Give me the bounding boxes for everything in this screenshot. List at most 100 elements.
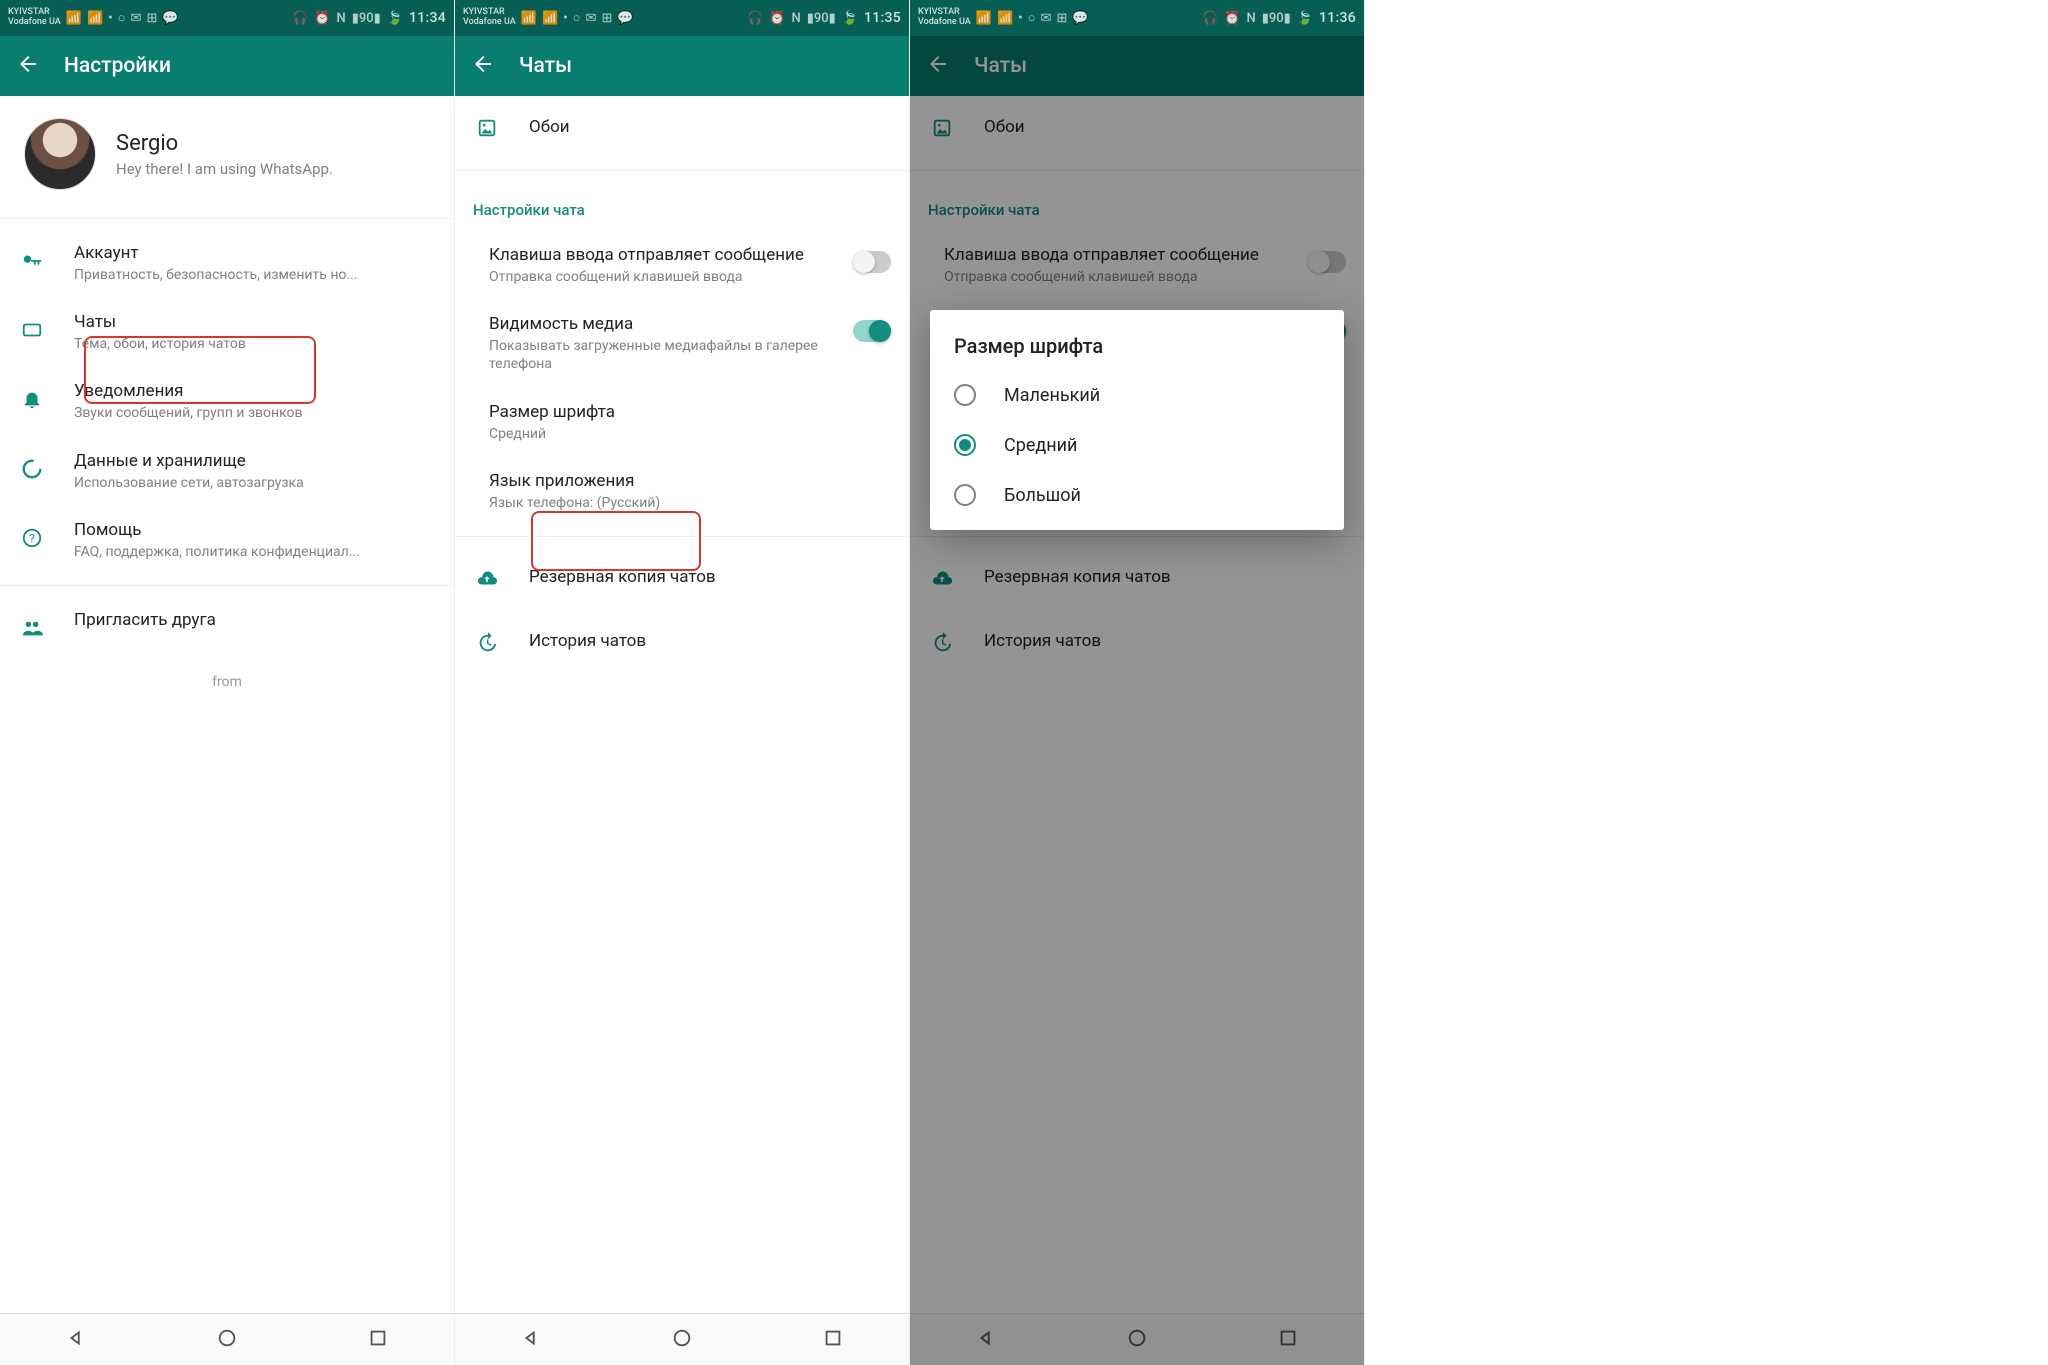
clock: 11:35 [864, 10, 901, 26]
radio-icon [954, 434, 976, 456]
mail-icon: ✉ [1041, 12, 1052, 25]
item-title: Обои [529, 117, 570, 137]
radio-label: Маленький [1004, 385, 1100, 406]
item-notifications[interactable]: Уведомления Звуки сообщений, групп и зво… [0, 367, 454, 436]
nav-bar [0, 1313, 454, 1365]
bubble-icon: 💬 [162, 12, 178, 25]
item-title: Размер шрифта [489, 402, 883, 422]
item-title: Чаты [74, 312, 436, 332]
nav-home-icon[interactable] [216, 1327, 238, 1353]
switch-media-visibility[interactable] [853, 320, 891, 342]
item-title: Помощь [74, 520, 436, 540]
signal-icon: 📶 [976, 12, 992, 25]
signal-icon: 📶 [997, 12, 1013, 25]
divider [0, 585, 454, 586]
item-font-size[interactable]: Размер шрифта Средний [455, 388, 909, 457]
item-title: Данные и хранилище [74, 451, 436, 471]
status-bar: KYIVSTAR Vodafone UA 📶 📶 • ○ ✉ ⊞ 💬 🎧 ⏰ N… [0, 0, 454, 36]
radio-label: Большой [1004, 485, 1081, 506]
item-title: Язык приложения [489, 471, 883, 491]
item-subtitle: Тема, обои, история чатов [74, 335, 436, 353]
history-icon [473, 629, 501, 657]
page-title: Чаты [519, 54, 572, 78]
radio-option-large[interactable]: Большой [930, 470, 1344, 520]
people-icon [18, 614, 46, 642]
item-subtitle: Звуки сообщений, групп и звонков [74, 404, 436, 422]
signal-icon: 📶 [87, 12, 103, 25]
back-icon[interactable] [16, 52, 40, 80]
radio-option-medium[interactable]: Средний [930, 420, 1344, 470]
nav-recent-icon[interactable] [367, 1327, 389, 1353]
dialog-title: Размер шрифта [930, 334, 1344, 370]
nav-back-icon[interactable] [520, 1327, 542, 1353]
alarm-icon: ⏰ [1224, 11, 1240, 26]
nav-back-icon[interactable] [65, 1327, 87, 1353]
item-history[interactable]: История чатов [455, 611, 909, 675]
battery-icon: ▮90▮ [1262, 11, 1291, 26]
carrier-2: Vodafone UA [463, 18, 516, 28]
grid-icon: ⊞ [1056, 12, 1067, 25]
radio-option-small[interactable]: Маленький [930, 370, 1344, 420]
grid-icon: ⊞ [146, 12, 157, 25]
item-title: Резервная копия чатов [529, 567, 716, 587]
profile-row[interactable]: Sergio Hey there! I am using WhatsApp. [0, 96, 454, 219]
status-bar: KYIVSTAR Vodafone UA 📶 📶 • ○ ✉ ⊞ 💬 🎧 ⏰ N… [910, 0, 1364, 36]
switch-enter-send[interactable] [853, 251, 891, 273]
item-app-language[interactable]: Язык приложения Язык телефона: (Русский) [455, 457, 909, 526]
item-media-visibility[interactable]: Видимость медиа Показывать загруженные м… [455, 300, 909, 387]
item-backup[interactable]: Резервная копия чатов [455, 547, 909, 611]
cloud-upload-icon [473, 565, 501, 593]
carrier-2: Vodafone UA [8, 18, 61, 28]
profile-name: Sergio [116, 131, 333, 156]
carrier-2: Vodafone UA [918, 18, 971, 28]
bell-icon [18, 385, 46, 413]
radio-icon [954, 484, 976, 506]
radio-icon [954, 384, 976, 406]
clock: 11:34 [409, 10, 446, 26]
battery-icon: ▮90▮ [352, 11, 381, 26]
voicemail-icon: • [108, 12, 113, 25]
item-subtitle: Показывать загруженные медиафайлы в гале… [489, 337, 825, 373]
clock: 11:36 [1319, 10, 1356, 26]
dot-icon: ○ [1028, 12, 1036, 25]
grid-icon: ⊞ [601, 12, 612, 25]
back-icon[interactable] [471, 52, 495, 80]
status-bar: KYIVSTAR Vodafone UA 📶 📶 • ○ ✉ ⊞ 💬 🎧 ⏰ N… [455, 0, 909, 36]
wallpaper-icon [473, 114, 501, 142]
item-wallpaper[interactable]: Обои [455, 96, 909, 160]
headset-icon: 🎧 [292, 11, 308, 26]
item-title: Клавиша ввода отправляет сообщение [489, 245, 825, 265]
nfc-icon: N [1246, 11, 1255, 26]
bubble-icon: 💬 [617, 12, 633, 25]
dialog-scrim[interactable] [910, 36, 1364, 1365]
item-title: История чатов [529, 631, 646, 651]
nfc-icon: N [336, 11, 345, 26]
mail-icon: ✉ [586, 12, 597, 25]
item-account[interactable]: Аккаунт Приватность, безопасность, измен… [0, 229, 454, 298]
item-subtitle: Язык телефона: (Русский) [489, 494, 883, 512]
section-header: Настройки чата [455, 181, 909, 231]
item-invite[interactable]: Пригласить друга [0, 596, 454, 656]
item-chats[interactable]: Чаты Тема, обои, история чатов [0, 298, 454, 367]
dot-icon: ○ [573, 12, 581, 25]
alarm-icon: ⏰ [769, 11, 785, 26]
item-enter-send[interactable]: Клавиша ввода отправляет сообщение Отпра… [455, 231, 909, 300]
signal-icon: 📶 [542, 12, 558, 25]
leaf-icon: 🍃 [842, 11, 858, 26]
dot-icon: ○ [118, 12, 126, 25]
item-subtitle: Использование сети, автозагрузка [74, 474, 436, 492]
screen-font-dialog: KYIVSTAR Vodafone UA 📶 📶 • ○ ✉ ⊞ 💬 🎧 ⏰ N… [910, 0, 1365, 1365]
radio-label: Средний [1004, 435, 1077, 456]
nav-home-icon[interactable] [671, 1327, 693, 1353]
item-subtitle: Приватность, безопасность, изменить но..… [74, 266, 436, 284]
item-title: Аккаунт [74, 243, 436, 263]
nav-recent-icon[interactable] [822, 1327, 844, 1353]
data-icon [18, 455, 46, 483]
dot-icon: • [1018, 12, 1023, 25]
help-icon: ? [18, 524, 46, 552]
item-help[interactable]: ? Помощь FAQ, поддержка, политика конфид… [0, 506, 454, 575]
item-data-storage[interactable]: Данные и хранилище Использование сети, а… [0, 437, 454, 506]
nfc-icon: N [791, 11, 800, 26]
divider [455, 170, 909, 171]
divider [455, 536, 909, 537]
